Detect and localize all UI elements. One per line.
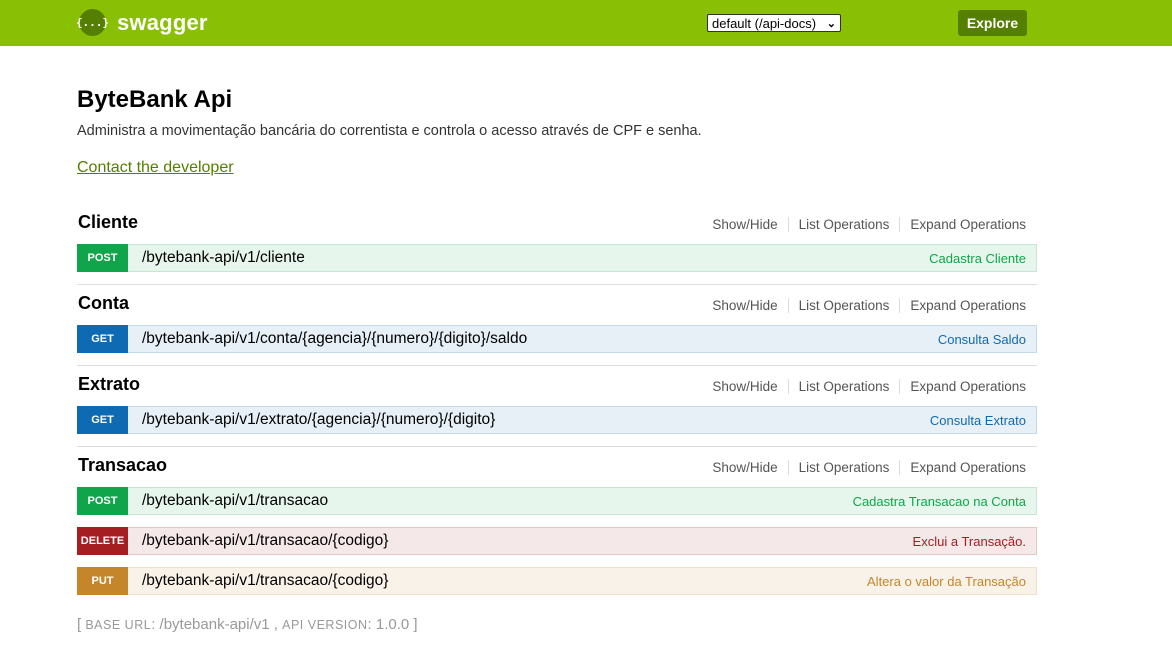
resource-actions: Show/Hide List Operations Expand Operati…	[712, 379, 1026, 394]
show-hide-link[interactable]: Show/Hide	[712, 460, 789, 475]
resource-cliente: Cliente Show/Hide List Operations Expand…	[77, 210, 1037, 272]
expand-operations-link[interactable]: Expand Operations	[900, 460, 1026, 475]
resource-header: Extrato Show/Hide List Operations Expand…	[77, 372, 1037, 402]
footer-open-bracket: [	[77, 616, 82, 633]
base-url-value: /bytebank-api/v1	[159, 616, 270, 633]
operation-summary[interactable]: Exclui a Transação.	[913, 534, 1026, 549]
method-badge[interactable]: GET	[77, 324, 128, 353]
api-description: Administra a movimentação bancária do co…	[77, 123, 702, 139]
footer-close-bracket: ]	[413, 616, 418, 633]
divider	[77, 365, 1037, 366]
resource-name[interactable]: Conta	[78, 293, 129, 314]
base-url-label: BASE URL	[85, 618, 152, 632]
top-bar: {...} swagger default (/api-docs) ⌄ Expl…	[0, 0, 1172, 46]
operation-summary[interactable]: Cadastra Transacao na Conta	[853, 494, 1026, 509]
list-operations-link[interactable]: List Operations	[789, 460, 901, 475]
method-badge[interactable]: PUT	[77, 566, 128, 595]
operation-summary[interactable]: Cadastra Cliente	[929, 251, 1026, 266]
api-version-label: API VERSION	[282, 618, 368, 632]
spec-select[interactable]: default (/api-docs) ⌄	[707, 14, 841, 32]
operation-row[interactable]: PUT /bytebank-api/v1/transacao/{codigo} …	[77, 566, 1037, 595]
page-title: ByteBank Api	[77, 86, 233, 113]
list-operations-link[interactable]: List Operations	[789, 379, 901, 394]
resource-header: Transacao Show/Hide List Operations Expa…	[77, 453, 1037, 483]
operation-row[interactable]: POST /bytebank-api/v1/cliente Cadastra C…	[77, 243, 1037, 272]
method-badge[interactable]: GET	[77, 405, 128, 434]
expand-operations-link[interactable]: Expand Operations	[900, 217, 1026, 232]
operation-summary[interactable]: Consulta Saldo	[938, 332, 1026, 347]
operation-row[interactable]: POST /bytebank-api/v1/transacao Cadastra…	[77, 486, 1037, 515]
resource-conta: Conta Show/Hide List Operations Expand O…	[77, 291, 1037, 353]
list-operations-link[interactable]: List Operations	[789, 298, 901, 313]
method-badge[interactable]: DELETE	[77, 526, 128, 555]
swagger-logo[interactable]: {...} swagger	[76, 9, 208, 36]
operation-path[interactable]: /bytebank-api/v1/transacao/{codigo}	[142, 532, 388, 550]
operation-row[interactable]: DELETE /bytebank-api/v1/transacao/{codig…	[77, 526, 1037, 555]
resource-actions: Show/Hide List Operations Expand Operati…	[712, 298, 1026, 313]
divider	[77, 284, 1037, 285]
api-version-value: 1.0.0	[375, 616, 410, 633]
method-badge[interactable]: POST	[77, 486, 128, 515]
resource-transacao: Transacao Show/Hide List Operations Expa…	[77, 453, 1037, 595]
method-badge[interactable]: POST	[77, 243, 128, 272]
explore-button[interactable]: Explore	[958, 10, 1027, 36]
operation-row[interactable]: GET /bytebank-api/v1/conta/{agencia}/{nu…	[77, 324, 1037, 353]
resource-name[interactable]: Extrato	[78, 374, 140, 395]
operation-path[interactable]: /bytebank-api/v1/transacao/{codigo}	[142, 572, 388, 590]
resource-header: Conta Show/Hide List Operations Expand O…	[77, 291, 1037, 321]
operation-path[interactable]: /bytebank-api/v1/transacao	[142, 492, 328, 510]
swagger-logo-icon: {...}	[76, 9, 109, 36]
resource-header: Cliente Show/Hide List Operations Expand…	[77, 210, 1037, 240]
operation-row[interactable]: GET /bytebank-api/v1/extrato/{agencia}/{…	[77, 405, 1037, 434]
operation-summary[interactable]: Consulta Extrato	[930, 413, 1026, 428]
show-hide-link[interactable]: Show/Hide	[712, 379, 789, 394]
api-footer: [ BASE URL: /bytebank-api/v1 , API VERSI…	[77, 616, 418, 633]
resource-actions: Show/Hide List Operations Expand Operati…	[712, 460, 1026, 475]
list-operations-link[interactable]: List Operations	[789, 217, 901, 232]
resource-actions: Show/Hide List Operations Expand Operati…	[712, 217, 1026, 232]
resource-name[interactable]: Transacao	[78, 455, 167, 476]
chevron-down-icon: ⌄	[826, 17, 836, 30]
operation-path[interactable]: /bytebank-api/v1/extrato/{agencia}/{nume…	[142, 411, 495, 429]
operation-path[interactable]: /bytebank-api/v1/cliente	[142, 249, 305, 267]
divider	[77, 446, 1037, 447]
contact-developer-link[interactable]: Contact the developer	[77, 159, 234, 177]
spec-select-value: default (/api-docs)	[712, 15, 817, 31]
expand-operations-link[interactable]: Expand Operations	[900, 298, 1026, 313]
operation-path[interactable]: /bytebank-api/v1/conta/{agencia}/{numero…	[142, 330, 527, 348]
show-hide-link[interactable]: Show/Hide	[712, 298, 789, 313]
api-info: ByteBank Api Administra a movimentação b…	[77, 84, 1037, 177]
resource-extrato: Extrato Show/Hide List Operations Expand…	[77, 372, 1037, 434]
resource-name[interactable]: Cliente	[78, 212, 138, 233]
logo-text: swagger	[117, 9, 208, 35]
operation-summary[interactable]: Altera o valor da Transação	[867, 574, 1026, 589]
show-hide-link[interactable]: Show/Hide	[712, 217, 789, 232]
expand-operations-link[interactable]: Expand Operations	[900, 379, 1026, 394]
